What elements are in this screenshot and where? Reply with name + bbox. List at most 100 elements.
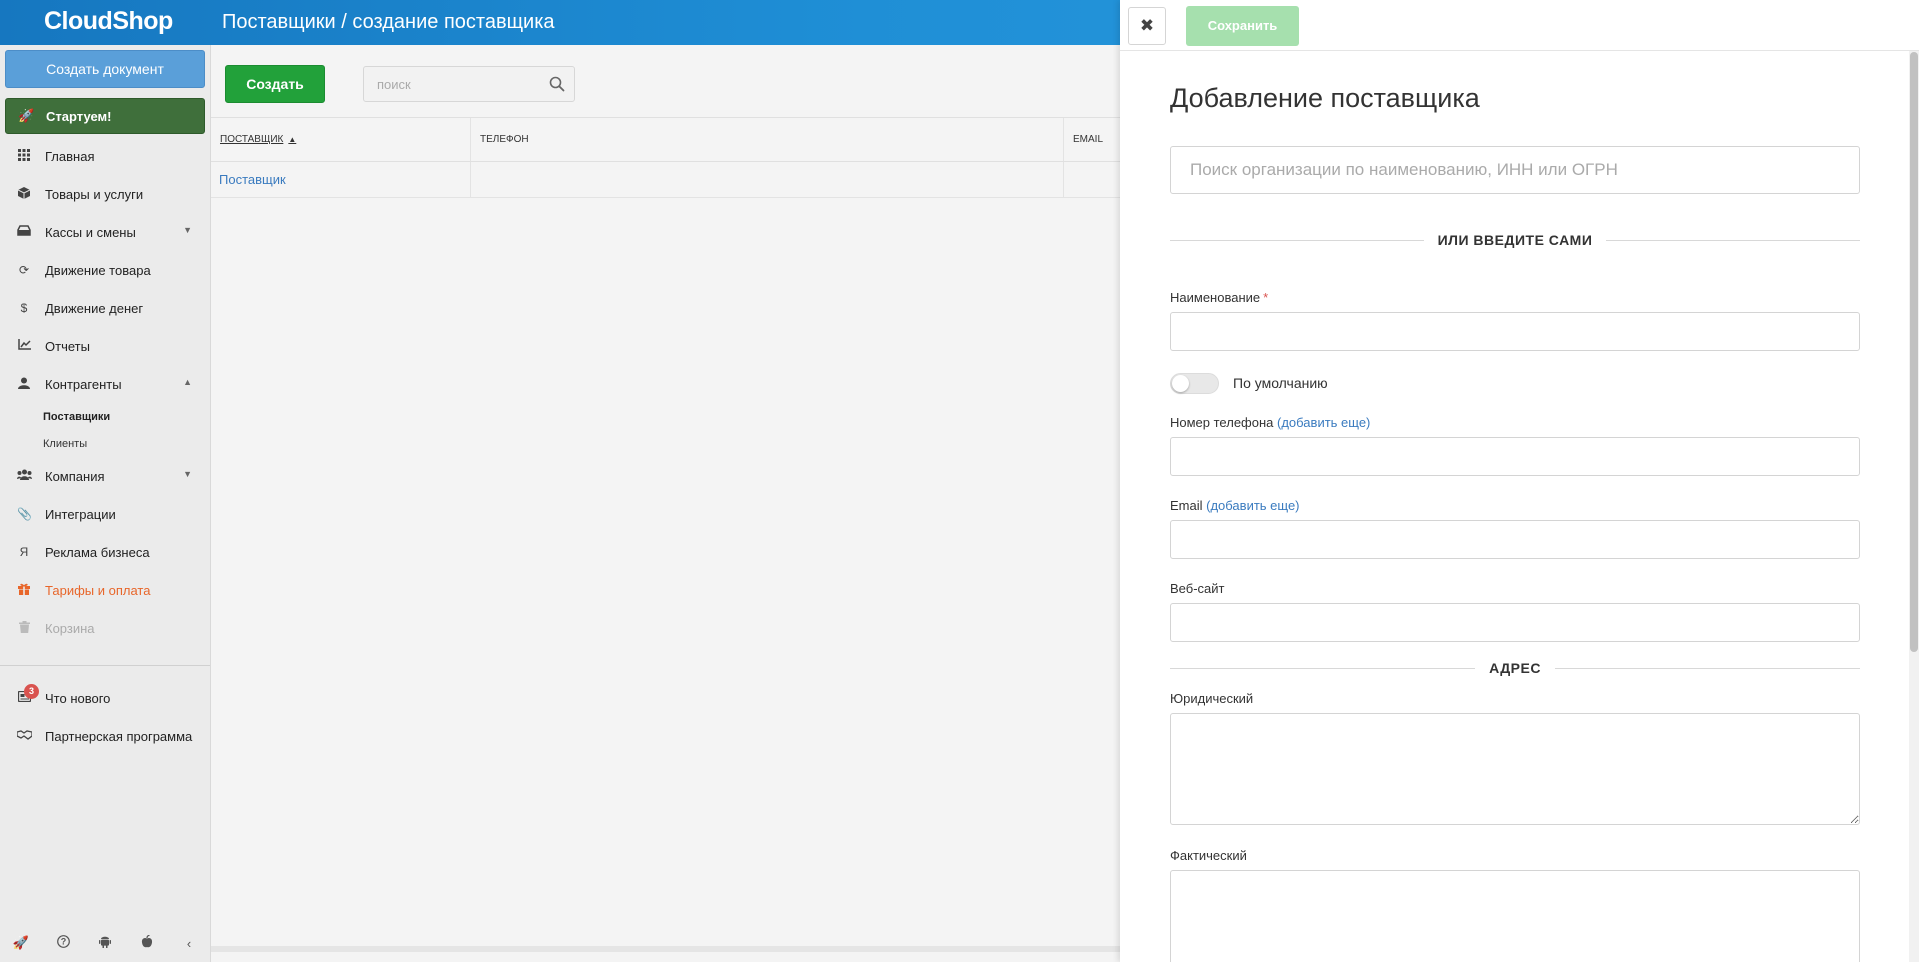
actual-address-textarea[interactable] — [1170, 870, 1860, 962]
panel-scrollbar-thumb[interactable] — [1910, 52, 1918, 652]
column-header-label: поставщик — [220, 134, 284, 145]
android-icon[interactable] — [84, 935, 126, 951]
sidebar-item-label: Тарифы и оплата — [45, 582, 151, 598]
main-content: Создать поставщик ▲ телефон email Постав… — [211, 45, 1121, 952]
box-icon — [17, 186, 31, 202]
table-row[interactable]: Поставщик — [211, 162, 1121, 198]
panel-toolbar: ✖ Сохранить — [1120, 0, 1919, 51]
create-button[interactable]: Создать — [225, 65, 325, 103]
notification-badge: 3 — [24, 684, 39, 699]
sidebar-item-goods-movement[interactable]: ⟳ Движение товара — [0, 251, 210, 289]
name-label-text: Наименование — [1170, 290, 1261, 305]
close-button[interactable]: ✖ — [1128, 7, 1166, 45]
sidebar-item-tariffs[interactable]: Тарифы и оплата — [0, 571, 210, 609]
help-icon[interactable]: ? — [42, 935, 84, 951]
sidebar-subitem-suppliers[interactable]: Поставщики — [0, 403, 210, 430]
svg-text:?: ? — [60, 937, 66, 947]
or-enter-label: или введите сами — [1437, 232, 1593, 248]
sidebar-item-whats-new[interactable]: 3 Что нового — [0, 679, 210, 717]
toolbar: Создать — [211, 45, 1121, 118]
sidebar-item-label: Главная — [45, 148, 95, 164]
table-header: поставщик ▲ телефон email — [211, 118, 1121, 162]
logo[interactable]: CloudShop — [44, 7, 173, 36]
legal-address-textarea[interactable] — [1170, 713, 1860, 825]
search-icon[interactable] — [549, 76, 565, 92]
rocket-icon[interactable]: 🚀 — [0, 935, 42, 951]
search-box — [363, 66, 575, 102]
default-toggle[interactable] — [1170, 372, 1219, 394]
sidebar-item-company[interactable]: Компания ▼ — [0, 457, 210, 495]
email-label-text: Email — [1170, 498, 1203, 513]
sidebar-item-main[interactable]: Главная — [0, 137, 210, 175]
close-icon: ✖ — [1139, 16, 1155, 35]
sidebar-subitem-clients[interactable]: Клиенты — [0, 430, 210, 457]
sidebar-item-label: Компания — [45, 468, 105, 484]
actual-address-label: Фактический — [1170, 848, 1247, 863]
sidebar-item-advertising[interactable]: Я Реклама бизнеса — [0, 533, 210, 571]
sidebar-item-label: Отчеты — [45, 338, 90, 354]
email-input[interactable] — [1170, 520, 1860, 559]
chart-icon — [17, 339, 31, 353]
chevron-up-icon: ▲ — [183, 377, 192, 387]
divider-line — [1606, 239, 1860, 241]
page-title: Поставщики / создание поставщика — [222, 11, 555, 33]
supplier-link[interactable]: Поставщик — [219, 172, 286, 187]
name-label: Наименование * — [1170, 290, 1268, 305]
create-document-button[interactable]: Создать документ — [5, 50, 205, 88]
sort-asc-icon: ▲ — [288, 135, 297, 144]
or-enter-divider: или введите сами — [1170, 230, 1860, 250]
chevron-down-icon: ▼ — [183, 225, 192, 235]
sidebar-item-label: Корзина — [45, 620, 95, 636]
divider-line — [1170, 239, 1424, 241]
organization-search-input[interactable] — [1170, 146, 1860, 194]
sidebar-item-contractors[interactable]: Контрагенты ▲ — [0, 365, 210, 403]
table-cell-email — [1064, 162, 1121, 197]
table-cell-phone — [471, 162, 1064, 197]
default-toggle-label: По умолчанию — [1233, 375, 1328, 391]
sidebar-item-label: Кассы и смены — [45, 224, 136, 240]
add-phone-link[interactable]: (добавить еще) — [1277, 415, 1370, 430]
collapse-sidebar-icon[interactable]: ‹ — [168, 936, 210, 951]
sidebar-item-money-movement[interactable]: $ Движение денег — [0, 289, 210, 327]
sidebar-item-trash[interactable]: Корзина — [0, 609, 210, 647]
sidebar-footer: 🚀 ? ‹ — [0, 925, 210, 961]
phone-label: Номер телефона (добавить еще) — [1170, 415, 1370, 430]
save-button[interactable]: Сохранить — [1186, 6, 1299, 46]
apple-icon[interactable] — [126, 934, 168, 951]
refresh-icon: ⟳ — [18, 263, 30, 277]
sidebar-item-reports[interactable]: Отчеты — [0, 327, 210, 365]
email-label: Email (добавить еще) — [1170, 498, 1300, 513]
handshake-icon — [16, 729, 33, 743]
phone-label-text: Номер телефона — [1170, 415, 1274, 430]
add-supplier-panel: ✖ Сохранить Добавление поставщика или вв… — [1120, 0, 1919, 962]
add-email-link[interactable]: (добавить еще) — [1206, 498, 1299, 513]
search-input[interactable] — [364, 67, 539, 101]
sidebar-item-partner-program[interactable]: Партнерская программа — [0, 717, 210, 755]
toggle-knob — [1172, 374, 1189, 392]
sidebar-item-label: Товары и услуги — [45, 186, 144, 202]
sidebar: Создать документ 🚀 Стартуем! Главная Тов… — [0, 45, 211, 962]
website-label: Веб-сайт — [1170, 581, 1225, 596]
sidebar-item-cash[interactable]: Кассы и смены ▼ — [0, 213, 210, 251]
table-cell-supplier: Поставщик — [211, 162, 471, 197]
horizontal-scrollbar[interactable] — [211, 946, 1121, 952]
sidebar-nav: Главная Товары и услуги Кассы и смены ▼ … — [0, 137, 210, 647]
legal-address-label: Юридический — [1170, 691, 1254, 706]
sidebar-item-integrations[interactable]: 📎 Интеграции — [0, 495, 210, 533]
website-input[interactable] — [1170, 603, 1860, 642]
divider-line — [1554, 667, 1861, 669]
sidebar-item-label: Движение товара — [45, 262, 151, 278]
name-input[interactable] — [1170, 312, 1860, 351]
start-label: Стартуем! — [46, 108, 112, 124]
column-header-phone[interactable]: телефон — [471, 118, 1064, 161]
sidebar-item-products[interactable]: Товары и услуги — [0, 175, 210, 213]
phone-input[interactable] — [1170, 437, 1860, 476]
column-header-email[interactable]: email — [1064, 118, 1121, 161]
yandex-icon: Я — [19, 545, 29, 559]
column-header-supplier[interactable]: поставщик ▲ — [211, 118, 471, 161]
required-marker: * — [1263, 290, 1269, 305]
sidebar-bottom-nav: 3 Что нового Партнерская программа — [0, 679, 210, 755]
start-button[interactable]: 🚀 Стартуем! — [5, 98, 205, 134]
sidebar-item-label: Что нового — [45, 690, 111, 706]
chevron-down-icon: ▼ — [183, 469, 192, 479]
